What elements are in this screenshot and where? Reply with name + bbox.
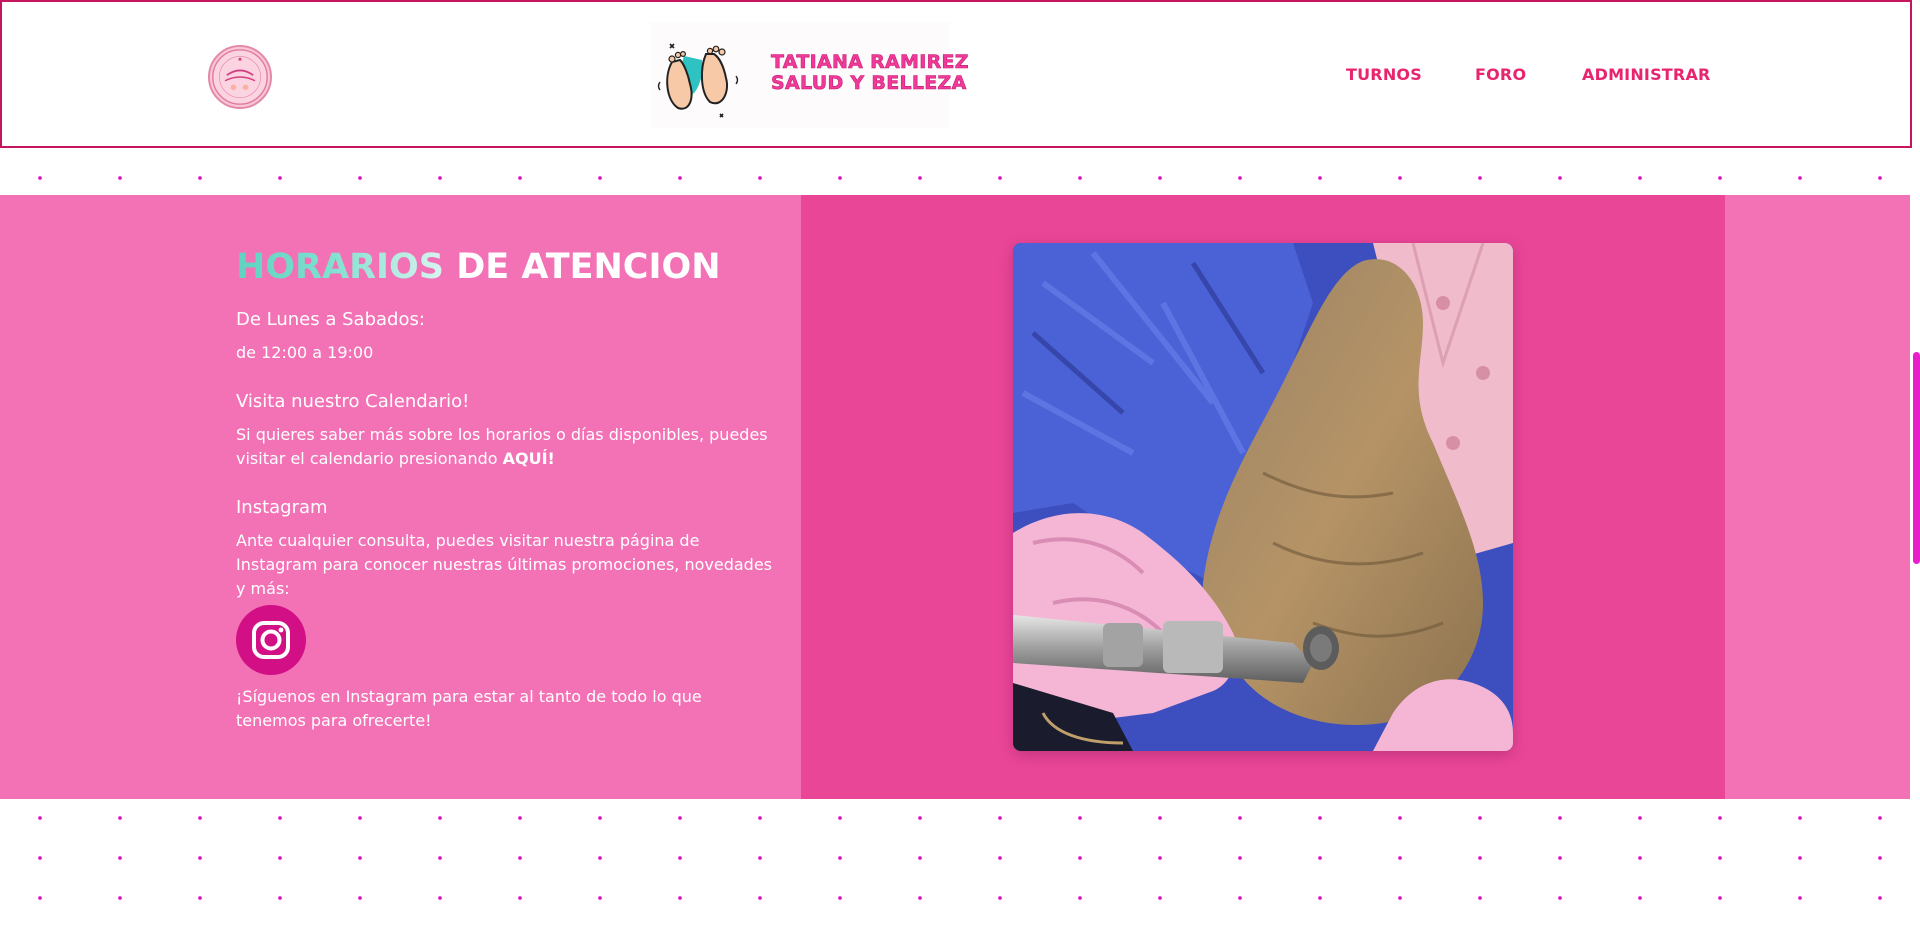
brand-seal-logo[interactable] — [208, 45, 272, 109]
nav-turnos-link[interactable]: TURNOS — [1346, 65, 1422, 84]
instagram-button[interactable] — [236, 605, 306, 675]
pedicure-photo — [1013, 243, 1513, 751]
calendar-link[interactable]: AQUÍ! — [503, 449, 555, 468]
seal-logo-icon — [212, 49, 268, 105]
schedule-info: HORARIOS DE ATENCION De Lunes a Sabados:… — [236, 247, 776, 733]
site-header: TATIANA RAMIREZ SALUD Y BELLEZA TURNOS F… — [0, 0, 1912, 148]
nav-administrar-link[interactable]: ADMINISTRAR — [1582, 65, 1711, 84]
days-heading: De Lunes a Sabados: — [236, 309, 425, 330]
brand-name-line2: SALUD Y BELLEZA — [771, 72, 967, 94]
nav-foro-link[interactable]: FORO — [1475, 65, 1526, 84]
center-brand-logo[interactable]: TATIANA RAMIREZ SALUD Y BELLEZA — [650, 22, 969, 128]
page-scrollbar-thumb[interactable] — [1913, 352, 1920, 564]
brand-name-line1: TATIANA RAMIREZ — [771, 51, 969, 73]
instagram-heading: Instagram — [236, 497, 328, 518]
calendar-heading: Visita nuestro Calendario! — [236, 391, 470, 412]
schedule-title: HORARIOS DE ATENCION — [236, 247, 776, 287]
hours-text: de 12:00 a 19:00 — [236, 343, 374, 362]
schedule-section: HORARIOS DE ATENCION De Lunes a Sabados:… — [0, 195, 1910, 799]
calendar-text: Si quieres saber más sobre los horarios … — [236, 423, 776, 471]
brand-name: TATIANA RAMIREZ SALUD Y BELLEZA — [771, 51, 969, 94]
pedicure-photo-image — [1013, 243, 1513, 751]
schedule-title-accent: HORARIOS — [236, 247, 445, 287]
schedule-title-rest: DE ATENCION — [444, 247, 721, 287]
instagram-icon — [252, 621, 290, 659]
feet-illustration-icon — [657, 43, 739, 118]
instagram-text: Ante cualquier consulta, puedes visitar … — [236, 531, 772, 598]
follow-text: ¡Síguenos en Instagram para estar al tan… — [236, 687, 702, 730]
